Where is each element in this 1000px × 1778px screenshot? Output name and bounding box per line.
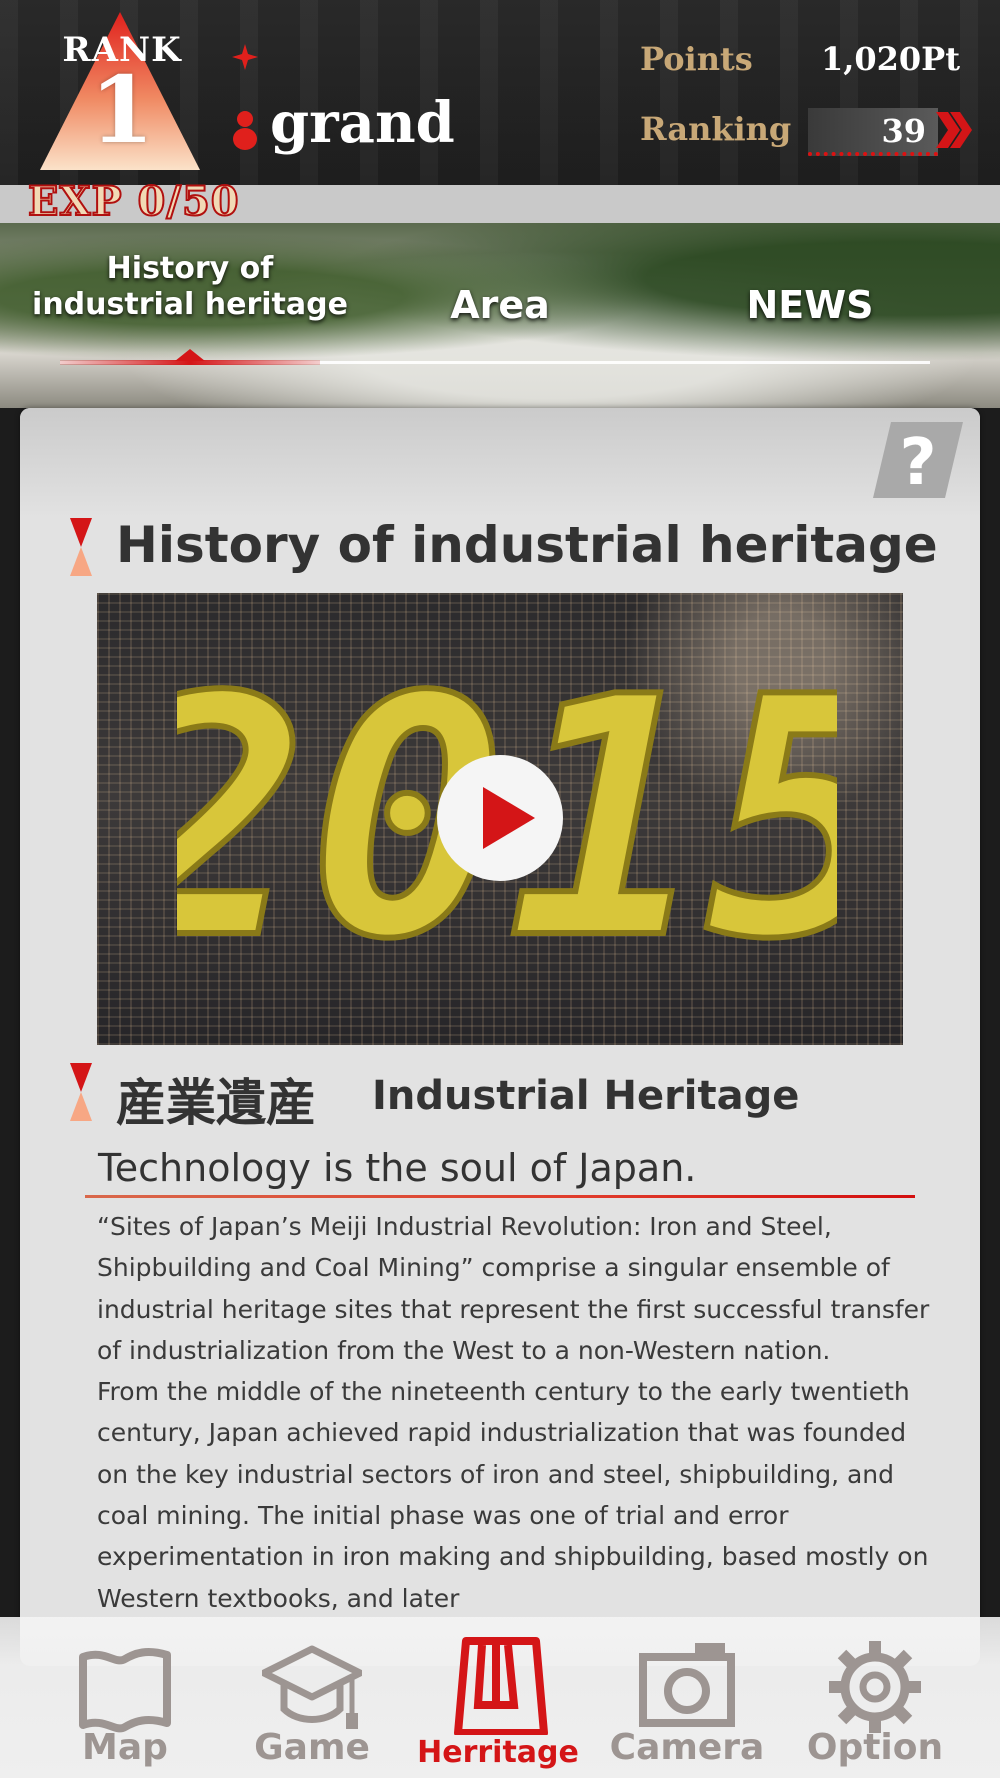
tab-history-line2: industrial heritage: [32, 287, 348, 322]
gear-icon: [829, 1641, 921, 1733]
profile-header: RANK 1 grand Points 1,020Pt Ranking 39: [0, 0, 1000, 185]
nav-map-label: Map: [82, 1727, 168, 1768]
nav-heritage-label: Herritage: [417, 1735, 579, 1770]
nav-map[interactable]: Map: [35, 1617, 215, 1778]
ranking-value: 39: [881, 112, 926, 150]
description-text: “Sites of Japan’s Meiji Industrial Revol…: [97, 1206, 937, 1619]
tab-history-line1: History of: [106, 251, 274, 286]
points-value: 1,020Pt: [820, 40, 960, 78]
rank-number: 1: [89, 56, 154, 164]
section-heading: History of industrial heritage: [116, 516, 938, 574]
nav-option[interactable]: Option: [785, 1617, 965, 1778]
nav-camera-label: Camera: [609, 1727, 765, 1768]
tab-history[interactable]: History of industrial heritage: [20, 251, 360, 323]
paragraph: “Sites of Japan’s Meiji Industrial Revol…: [97, 1212, 930, 1365]
nav-heritage[interactable]: Herritage: [408, 1617, 588, 1778]
card-header-image: [20, 408, 980, 518]
tab-area[interactable]: Area: [400, 283, 600, 327]
bottom-nav: Map Game Herritage Camera Option: [0, 1617, 1000, 1778]
nav-option-label: Option: [806, 1727, 944, 1768]
ranking-button[interactable]: 39: [808, 108, 938, 156]
tab-banner: History of industrial heritage Area NEWS: [0, 223, 1000, 408]
intro-video[interactable]: 2015: [97, 593, 903, 1045]
content-card: ? History of industrial heritage 2015 産業…: [20, 408, 980, 1666]
active-tab-indicator: [60, 349, 320, 365]
section-marker-icon: [70, 1063, 92, 1121]
double-chevron-right-icon[interactable]: [934, 108, 974, 152]
username: grand: [270, 90, 455, 156]
map-icon: [79, 1648, 171, 1733]
points-label: Points: [640, 40, 753, 78]
exp-text: EXP 0/50: [27, 177, 240, 226]
graduation-cap-icon: [262, 1645, 362, 1729]
ranking-label: Ranking: [640, 110, 792, 148]
tagline: Technology is the soul of Japan.: [98, 1146, 697, 1190]
heritage-building-icon: [454, 1637, 548, 1735]
section-marker-icon: [70, 518, 92, 576]
help-question-icon[interactable]: ?: [873, 422, 963, 498]
tab-news[interactable]: NEWS: [700, 283, 920, 327]
paragraph: From the middle of the nineteenth centur…: [97, 1377, 929, 1613]
nav-game[interactable]: Game: [222, 1617, 402, 1778]
svg-text:?: ?: [899, 426, 936, 498]
nav-camera[interactable]: Camera: [597, 1617, 777, 1778]
user-icon: [233, 111, 257, 150]
play-button[interactable]: [435, 753, 565, 883]
nav-game-label: Game: [254, 1727, 370, 1768]
subheading-english: Industrial Heritage: [372, 1073, 800, 1119]
camera-icon: [639, 1643, 735, 1727]
tagline-underline: [85, 1195, 915, 1198]
subheading-japanese: 産業遺産: [116, 1074, 316, 1132]
sparkle-icon: [232, 44, 258, 70]
